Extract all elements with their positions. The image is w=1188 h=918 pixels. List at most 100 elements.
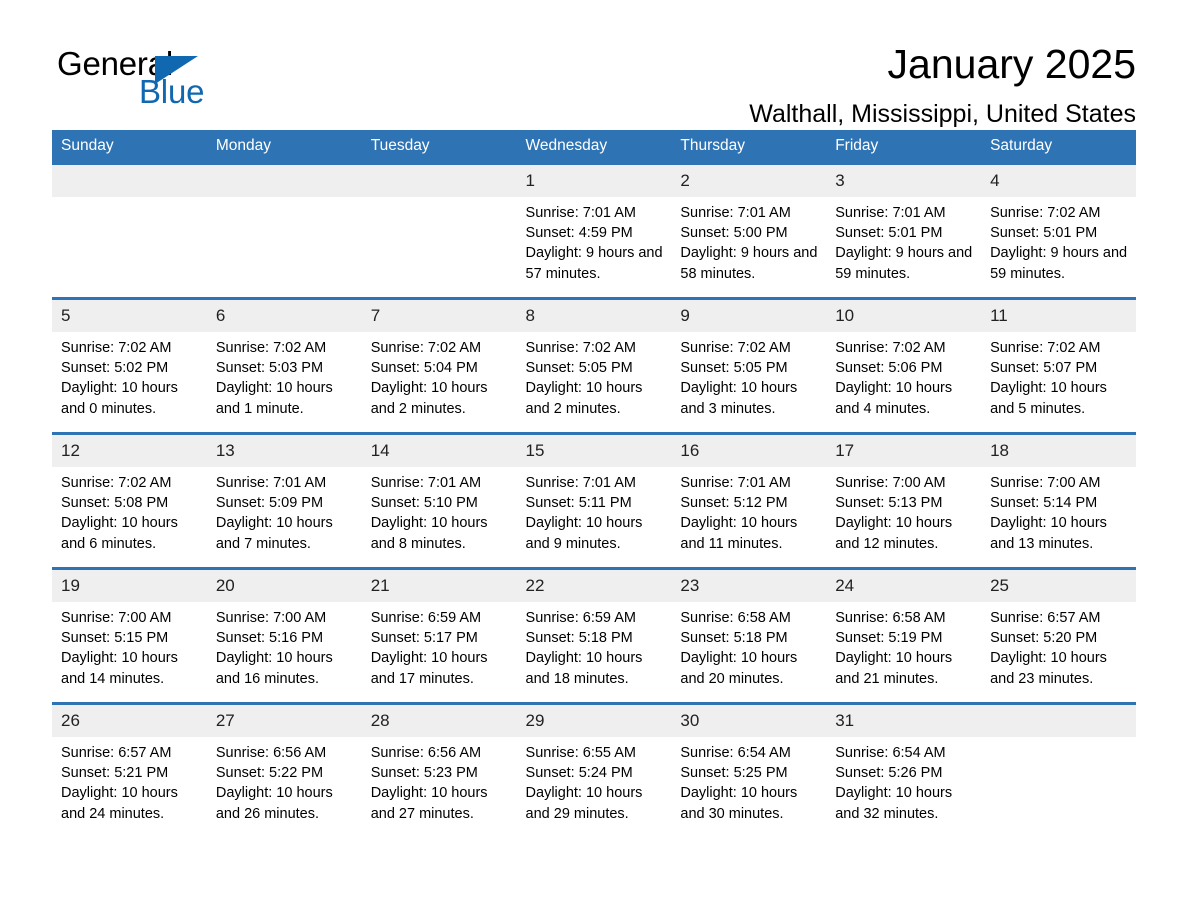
calendar-day-cell[interactable]: 15 Sunrise: 7:01 AM Sunset: 5:11 PM Dayligh… — [516, 432, 672, 569]
calendar-week-row: 1 Sunrise: 7:01 AM Sunset: 4:59 PM Daylight… — [52, 162, 1136, 299]
weekday-header-friday: Friday — [826, 130, 982, 164]
sunrise-text: Sunrise: 6:56 AM — [215, 745, 327, 761]
calendar-day-cell-empty — [206, 162, 362, 299]
day-details: Sunrise: 7:02 AM Sunset: 5:08 PM Daylight:… — [52, 467, 207, 554]
sunrise-text: Sunrise: 6:58 AM — [680, 610, 791, 626]
day-number: 21 — [361, 570, 517, 602]
day-number: 10 — [826, 300, 982, 332]
day-number: 19 — [52, 570, 207, 602]
calendar-week-row: 5 Sunrise: 7:02 AM Sunset: 5:02 PM Daylight… — [52, 297, 1136, 434]
daylight-text: Daylight: 10 hours and 6 minutes. — [61, 515, 178, 552]
sunset-text: Sunset: 5:21 PM — [61, 765, 169, 782]
day-number: 26 — [52, 705, 207, 737]
calendar-day-cell[interactable]: 24 Sunrise: 6:58 AM Sunset: 5:19 PM Dayligh… — [826, 567, 982, 704]
sunrise-text: Sunrise: 6:58 AM — [835, 610, 946, 626]
day-details: Sunrise: 7:02 AM Sunset: 5:03 PM Daylight:… — [207, 332, 362, 419]
day-details: Sunrise: 7:02 AM Sunset: 5:05 PM Daylight:… — [671, 332, 826, 419]
sunrise-text: Sunrise: 6:59 AM — [370, 610, 482, 626]
day-number: 20 — [206, 570, 362, 602]
calendar-day-cell[interactable]: 3 Sunrise: 7:01 AM Sunset: 5:01 PM Daylight… — [826, 162, 982, 299]
calendar-day-cell[interactable]: 12 Sunrise: 7:02 AM Sunset: 5:08 PM Dayligh… — [52, 432, 207, 569]
sunset-text: Sunset: 5:06 PM — [835, 360, 943, 377]
day-number: 28 — [361, 705, 517, 737]
generalblue-logo[interactable]: General Blue — [57, 45, 317, 115]
sunset-text: Sunset: 5:08 PM — [61, 495, 169, 512]
calendar-day-cell[interactable]: 30 Sunrise: 6:54 AM Sunset: 5:25 PM Dayligh… — [671, 702, 827, 837]
daylight-text: Daylight: 10 hours and 30 minutes. — [680, 785, 798, 822]
day-details: Sunrise: 7:01 AM Sunset: 5:12 PM Daylight:… — [671, 467, 826, 554]
calendar-day-cell[interactable]: 2 Sunrise: 7:01 AM Sunset: 5:00 PM Daylight… — [671, 162, 827, 299]
weekday-header-sunday: Sunday — [52, 130, 207, 164]
calendar-day-cell[interactable]: 20 Sunrise: 7:00 AM Sunset: 5:16 PM Dayligh… — [206, 567, 362, 704]
sunrise-text: Sunrise: 6:57 AM — [61, 745, 172, 761]
sunset-text: Sunset: 5:04 PM — [370, 360, 478, 377]
day-details: Sunrise: 7:00 AM Sunset: 5:15 PM Daylight:… — [52, 602, 207, 689]
calendar-day-cell-empty — [981, 702, 1136, 837]
day-number: 16 — [671, 435, 827, 467]
sunrise-text: Sunrise: 6:54 AM — [680, 745, 791, 761]
sunset-text: Sunset: 5:12 PM — [680, 495, 788, 512]
sunset-text: Sunset: 5:01 PM — [990, 225, 1098, 242]
sunrise-text: Sunrise: 6:56 AM — [370, 745, 482, 761]
sunrise-text: Sunrise: 7:00 AM — [990, 475, 1101, 491]
calendar-day-cell[interactable]: 5 Sunrise: 7:02 AM Sunset: 5:02 PM Daylight… — [52, 297, 207, 434]
day-details: Sunrise: 7:02 AM Sunset: 5:07 PM Daylight:… — [981, 332, 1136, 419]
day-number: 18 — [981, 435, 1136, 467]
day-details: Sunrise: 7:01 AM Sunset: 4:59 PM Daylight:… — [517, 197, 672, 284]
day-details: Sunrise: 6:58 AM Sunset: 5:19 PM Daylight:… — [826, 602, 981, 689]
calendar-day-cell[interactable]: 21 Sunrise: 6:59 AM Sunset: 5:17 PM Dayligh… — [361, 567, 517, 704]
calendar-day-cell[interactable]: 18 Sunrise: 7:00 AM Sunset: 5:14 PM Dayligh… — [981, 432, 1136, 569]
calendar-day-cell[interactable]: 19 Sunrise: 7:00 AM Sunset: 5:15 PM Dayligh… — [52, 567, 207, 704]
day-details: Sunrise: 7:02 AM Sunset: 5:01 PM Daylight:… — [981, 197, 1136, 284]
daylight-text: Daylight: 10 hours and 14 minutes. — [61, 650, 178, 687]
calendar-day-cell-empty — [52, 162, 207, 299]
calendar-day-cell[interactable]: 14 Sunrise: 7:01 AM Sunset: 5:10 PM Dayligh… — [361, 432, 517, 569]
calendar-day-cell[interactable]: 27 Sunrise: 6:56 AM Sunset: 5:22 PM Dayligh… — [206, 702, 362, 837]
weekday-header-row: Sunday Monday Tuesday Wednesday Thursday… — [52, 130, 1136, 164]
calendar-day-cell[interactable]: 16 Sunrise: 7:01 AM Sunset: 5:12 PM Dayligh… — [671, 432, 827, 569]
calendar-week-row: 12 Sunrise: 7:02 AM Sunset: 5:08 PM Dayligh… — [52, 432, 1136, 569]
calendar-day-cell[interactable]: 23 Sunrise: 6:58 AM Sunset: 5:18 PM Dayligh… — [671, 567, 827, 704]
calendar-day-cell[interactable]: 8 Sunrise: 7:02 AM Sunset: 5:05 PM Daylight… — [516, 297, 672, 434]
sunset-text: Sunset: 5:23 PM — [370, 765, 478, 782]
calendar-day-cell[interactable]: 31 Sunrise: 6:54 AM Sunset: 5:26 PM Dayligh… — [826, 702, 982, 837]
logo-text-blue: Blue — [139, 73, 205, 110]
calendar-day-cell[interactable]: 13 Sunrise: 7:01 AM Sunset: 5:09 PM Dayligh… — [206, 432, 362, 569]
calendar-day-cell[interactable]: 6 Sunrise: 7:02 AM Sunset: 5:03 PM Daylight… — [206, 297, 362, 434]
daylight-text: Daylight: 10 hours and 12 minutes. — [835, 515, 953, 552]
calendar-day-cell[interactable]: 11 Sunrise: 7:02 AM Sunset: 5:07 PM Dayligh… — [981, 297, 1136, 434]
calendar-day-cell[interactable]: 22 Sunrise: 6:59 AM Sunset: 5:18 PM Dayligh… — [516, 567, 672, 704]
sunrise-text: Sunrise: 7:01 AM — [370, 475, 482, 491]
sunrise-text: Sunrise: 6:54 AM — [835, 745, 946, 761]
daylight-text: Daylight: 10 hours and 0 minutes. — [61, 380, 178, 417]
daylight-text: Daylight: 10 hours and 5 minutes. — [990, 380, 1107, 417]
sunset-text: Sunset: 5:05 PM — [680, 360, 788, 377]
sunset-text: Sunset: 5:05 PM — [525, 360, 633, 377]
calendar-day-cell[interactable]: 10 Sunrise: 7:02 AM Sunset: 5:06 PM Dayligh… — [826, 297, 982, 434]
calendar-day-cell[interactable]: 17 Sunrise: 7:00 AM Sunset: 5:13 PM Dayligh… — [826, 432, 982, 569]
calendar-day-cell[interactable]: 1 Sunrise: 7:01 AM Sunset: 4:59 PM Daylight… — [516, 162, 672, 299]
day-details: Sunrise: 7:02 AM Sunset: 5:04 PM Daylight:… — [362, 332, 517, 419]
day-details: Sunrise: 6:57 AM Sunset: 5:21 PM Daylight:… — [52, 737, 207, 824]
daylight-text: Daylight: 10 hours and 4 minutes. — [835, 380, 953, 417]
daylight-text: Daylight: 10 hours and 29 minutes. — [525, 785, 643, 822]
calendar-day-cell[interactable]: 29 Sunrise: 6:55 AM Sunset: 5:24 PM Dayligh… — [516, 702, 672, 837]
calendar-day-cell[interactable]: 26 Sunrise: 6:57 AM Sunset: 5:21 PM Dayligh… — [52, 702, 207, 837]
sunset-text: Sunset: 5:01 PM — [835, 225, 943, 242]
daylight-text: Daylight: 10 hours and 1 minute. — [215, 380, 333, 417]
sunrise-text: Sunrise: 7:01 AM — [680, 205, 791, 221]
calendar-day-cell[interactable]: 28 Sunrise: 6:56 AM Sunset: 5:23 PM Dayligh… — [361, 702, 517, 837]
calendar-day-cell[interactable]: 25 Sunrise: 6:57 AM Sunset: 5:20 PM Dayligh… — [981, 567, 1136, 704]
calendar-day-cell[interactable]: 7 Sunrise: 7:02 AM Sunset: 5:04 PM Daylight… — [361, 297, 517, 434]
calendar-day-cell[interactable]: 9 Sunrise: 7:02 AM Sunset: 5:05 PM Daylight… — [671, 297, 827, 434]
daylight-text: Daylight: 10 hours and 16 minutes. — [215, 650, 333, 687]
day-number: 5 — [52, 300, 207, 332]
day-details: Sunrise: 7:02 AM Sunset: 5:05 PM Daylight:… — [517, 332, 672, 419]
weekday-header-monday: Monday — [206, 130, 362, 164]
daylight-text: Daylight: 10 hours and 26 minutes. — [215, 785, 333, 822]
sunrise-text: Sunrise: 6:55 AM — [525, 745, 636, 761]
calendar-day-cell[interactable]: 4 Sunrise: 7:02 AM Sunset: 5:01 PM Daylight… — [981, 162, 1136, 299]
sunset-text: Sunset: 5:17 PM — [370, 630, 478, 647]
weekday-header-thursday: Thursday — [671, 130, 827, 164]
day-details: Sunrise: 7:01 AM Sunset: 5:00 PM Daylight:… — [671, 197, 826, 284]
